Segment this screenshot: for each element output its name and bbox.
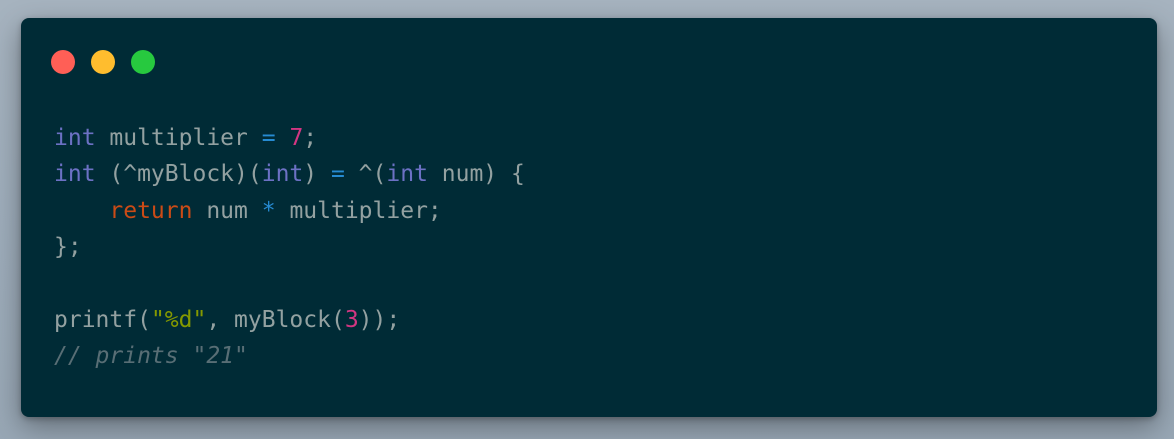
code-token: ));	[358, 306, 401, 333]
code-token: };	[54, 234, 82, 261]
window-controls	[51, 50, 155, 74]
code-token: , myBlock(	[206, 306, 345, 333]
code-line: // prints "21"	[54, 338, 525, 374]
code-token: ^(	[344, 161, 387, 188]
code-token: multiplier;	[275, 197, 442, 224]
code-token: )	[303, 161, 331, 188]
code-token: =	[261, 125, 276, 151]
close-icon[interactable]	[51, 50, 75, 74]
code-token: *	[261, 197, 276, 224]
code-line: int multiplier = 7;	[54, 120, 525, 156]
code-token: printf(	[54, 306, 151, 333]
code-token: return	[109, 197, 193, 224]
code-token: 3	[344, 306, 359, 333]
code-token: int	[261, 161, 304, 188]
code-comment: // prints "21"	[54, 343, 248, 370]
code-line: int (^myBlock)(int) = ^(int num) {	[54, 156, 525, 192]
code-line: printf("%d", myBlock(3));	[54, 302, 525, 338]
code-block: int multiplier = 7; int (^myBlock)(int) =…	[54, 120, 525, 375]
code-token: num	[192, 197, 262, 224]
code-window: int multiplier = 7; int (^myBlock)(int) =…	[21, 18, 1157, 417]
code-token: 7	[289, 125, 304, 151]
minimize-icon[interactable]	[91, 50, 115, 74]
code-token: int	[54, 125, 96, 151]
zoom-icon[interactable]	[131, 50, 155, 74]
code-token: "%d"	[150, 306, 207, 333]
code-token: ;	[303, 125, 318, 151]
code-token: int	[386, 161, 428, 188]
code-token: =	[330, 161, 345, 188]
code-token: multiplier	[95, 125, 262, 151]
code-line: };	[54, 229, 525, 265]
code-line: return num * multiplier;	[54, 193, 525, 229]
code-token: num) {	[427, 161, 525, 188]
code-token: (^myBlock)(	[95, 161, 262, 188]
code-token: int	[54, 161, 96, 188]
